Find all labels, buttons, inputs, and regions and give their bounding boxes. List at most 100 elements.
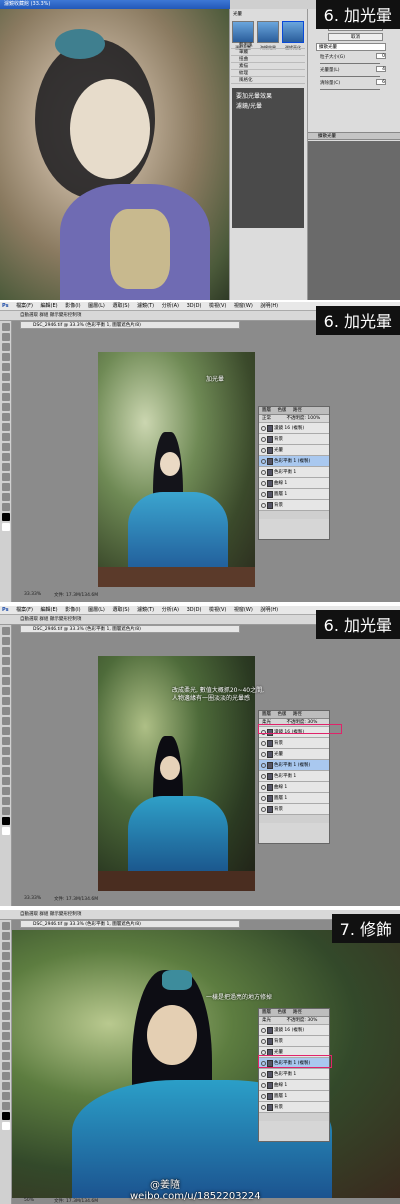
opacity-field[interactable]: 不透明度: 100% bbox=[286, 416, 320, 421]
eyedropper-tool-icon[interactable] bbox=[2, 373, 10, 381]
brush-tool-icon[interactable] bbox=[2, 393, 10, 401]
eye-icon[interactable] bbox=[261, 741, 266, 746]
layer-row[interactable]: 圖層 1 bbox=[259, 489, 329, 500]
glow-amount-input[interactable]: 4 bbox=[376, 66, 386, 72]
menu-item[interactable]: 視窗(W) bbox=[234, 303, 253, 309]
lasso-tool-icon[interactable] bbox=[2, 647, 10, 655]
shape-tool-icon[interactable] bbox=[2, 787, 10, 795]
eye-icon[interactable] bbox=[261, 785, 266, 790]
category-item[interactable]: 紋理 bbox=[231, 70, 305, 77]
document-tab[interactable]: DSC_2946.tif @ 33.3% (色彩平衡 1, 圖層遮色片/8) bbox=[20, 920, 240, 928]
menu-item[interactable]: 濾鏡(T) bbox=[137, 303, 154, 309]
effect-layer-label[interactable]: 擴散光暈 bbox=[308, 132, 400, 140]
tab-channels[interactable]: 色版 bbox=[277, 712, 286, 717]
folder-glow[interactable]: 光暈 bbox=[233, 11, 242, 17]
eye-icon[interactable] bbox=[261, 448, 266, 453]
magic-wand-tool-icon[interactable] bbox=[2, 353, 10, 361]
layer-row[interactable]: 背景 bbox=[259, 1102, 329, 1113]
brush-tool-icon[interactable] bbox=[2, 992, 10, 1000]
eyedropper-tool-icon[interactable] bbox=[2, 972, 10, 980]
magic-wand-tool-icon[interactable] bbox=[2, 952, 10, 960]
opacity-field[interactable]: 不透明度: 30% bbox=[286, 1018, 317, 1023]
clear-amount-input[interactable]: 6 bbox=[376, 79, 386, 85]
healing-tool-icon[interactable] bbox=[2, 982, 10, 990]
layer-row[interactable]: 圖層 1 bbox=[259, 793, 329, 804]
eye-icon[interactable] bbox=[261, 459, 266, 464]
menu-item[interactable]: 選取(S) bbox=[112, 303, 129, 309]
background-color-icon[interactable] bbox=[2, 1122, 10, 1130]
layer-row-selected[interactable]: 色彩平衡 1 (複製) bbox=[259, 760, 329, 771]
eye-icon[interactable] bbox=[261, 796, 266, 801]
dodge-tool-icon[interactable] bbox=[2, 757, 10, 765]
gradient-tool-icon[interactable] bbox=[2, 1032, 10, 1040]
magic-wand-tool-icon[interactable] bbox=[2, 657, 10, 665]
stamp-tool-icon[interactable] bbox=[2, 403, 10, 411]
blend-mode-select[interactable]: 柔光 bbox=[262, 1018, 271, 1023]
menu-item[interactable]: 說明(H) bbox=[260, 607, 278, 613]
crop-tool-icon[interactable] bbox=[2, 363, 10, 371]
marquee-tool-icon[interactable] bbox=[2, 333, 10, 341]
eye-icon[interactable] bbox=[261, 1105, 266, 1110]
stamp-tool-icon[interactable] bbox=[2, 707, 10, 715]
layer-row[interactable]: 光暈 bbox=[259, 749, 329, 760]
layer-row[interactable]: 色彩平衡 1 bbox=[259, 467, 329, 478]
pen-tool-icon[interactable] bbox=[2, 463, 10, 471]
layer-row[interactable]: 背景 bbox=[259, 738, 329, 749]
menu-item[interactable]: 編輯(E) bbox=[41, 303, 58, 309]
background-color-icon[interactable] bbox=[2, 523, 10, 531]
tab-layers[interactable]: 圖層 bbox=[262, 712, 271, 717]
layer-row[interactable]: 光暈 bbox=[259, 445, 329, 456]
history-brush-tool-icon[interactable] bbox=[2, 413, 10, 421]
blur-tool-icon[interactable] bbox=[2, 1042, 10, 1050]
layer-row[interactable]: 曲線 1 bbox=[259, 1080, 329, 1091]
tab-layers[interactable]: 圖層 bbox=[262, 408, 271, 413]
thumb-glowing-edges[interactable] bbox=[282, 21, 304, 43]
menu-item[interactable]: 檢視(V) bbox=[209, 303, 226, 309]
menu-item[interactable]: 3D(D) bbox=[187, 303, 202, 309]
blur-tool-icon[interactable] bbox=[2, 443, 10, 451]
move-tool-icon[interactable] bbox=[2, 627, 10, 635]
category-item[interactable]: 素描 bbox=[231, 63, 305, 70]
menu-item[interactable]: 濾鏡(T) bbox=[137, 607, 154, 613]
category-item[interactable]: 扭曲 bbox=[231, 56, 305, 63]
eyedropper-tool-icon[interactable] bbox=[2, 677, 10, 685]
eye-icon[interactable] bbox=[261, 1039, 266, 1044]
layer-row[interactable]: 圖層 1 bbox=[259, 1091, 329, 1102]
document-canvas[interactable] bbox=[12, 930, 400, 1198]
foreground-color-icon[interactable] bbox=[2, 817, 10, 825]
menu-item[interactable]: 檔案(F) bbox=[16, 303, 33, 309]
document-canvas[interactable] bbox=[98, 352, 255, 587]
eye-icon[interactable] bbox=[261, 1072, 266, 1077]
layer-row[interactable]: 濾鏡 16 (複製) bbox=[259, 1025, 329, 1036]
stamp-tool-icon[interactable] bbox=[2, 1002, 10, 1010]
menu-item[interactable]: 圖層(L) bbox=[88, 607, 105, 613]
document-tab[interactable]: DSC_2946.tif @ 33.3% (色彩平衡 1, 圖層遮色片/8) bbox=[20, 321, 240, 329]
lasso-tool-icon[interactable] bbox=[2, 942, 10, 950]
type-tool-icon[interactable] bbox=[2, 1072, 10, 1080]
menu-item[interactable]: 視窗(W) bbox=[234, 607, 253, 613]
eye-icon[interactable] bbox=[261, 503, 266, 508]
document-tab[interactable]: DSC_2946.tif @ 33.3% (色彩平衡 1, 圖層遮色片/8) bbox=[20, 625, 240, 633]
menu-item[interactable]: 圖層(L) bbox=[88, 303, 105, 309]
grain-slider[interactable] bbox=[320, 63, 380, 64]
brush-tool-icon[interactable] bbox=[2, 697, 10, 705]
background-color-icon[interactable] bbox=[2, 827, 10, 835]
filter-select[interactable]: 擴散光暈 bbox=[316, 43, 386, 51]
eye-icon[interactable] bbox=[261, 437, 266, 442]
eye-icon[interactable] bbox=[261, 807, 266, 812]
eraser-tool-icon[interactable] bbox=[2, 423, 10, 431]
eye-icon[interactable] bbox=[261, 1028, 266, 1033]
layer-row[interactable]: 濾鏡 16 (複製) bbox=[259, 423, 329, 434]
thumb-sponge[interactable] bbox=[257, 21, 279, 43]
menu-item[interactable]: 檔案(F) bbox=[16, 607, 33, 613]
dodge-tool-icon[interactable] bbox=[2, 1052, 10, 1060]
menu-item[interactable]: 編輯(E) bbox=[41, 607, 58, 613]
cancel-button[interactable]: 取消 bbox=[328, 33, 383, 41]
blur-tool-icon[interactable] bbox=[2, 747, 10, 755]
crop-tool-icon[interactable] bbox=[2, 667, 10, 675]
hand-tool-icon[interactable] bbox=[2, 493, 10, 501]
clear-slider[interactable] bbox=[320, 89, 380, 90]
layer-row[interactable]: 曲線 1 bbox=[259, 782, 329, 793]
type-tool-icon[interactable] bbox=[2, 777, 10, 785]
eye-icon[interactable] bbox=[261, 481, 266, 486]
